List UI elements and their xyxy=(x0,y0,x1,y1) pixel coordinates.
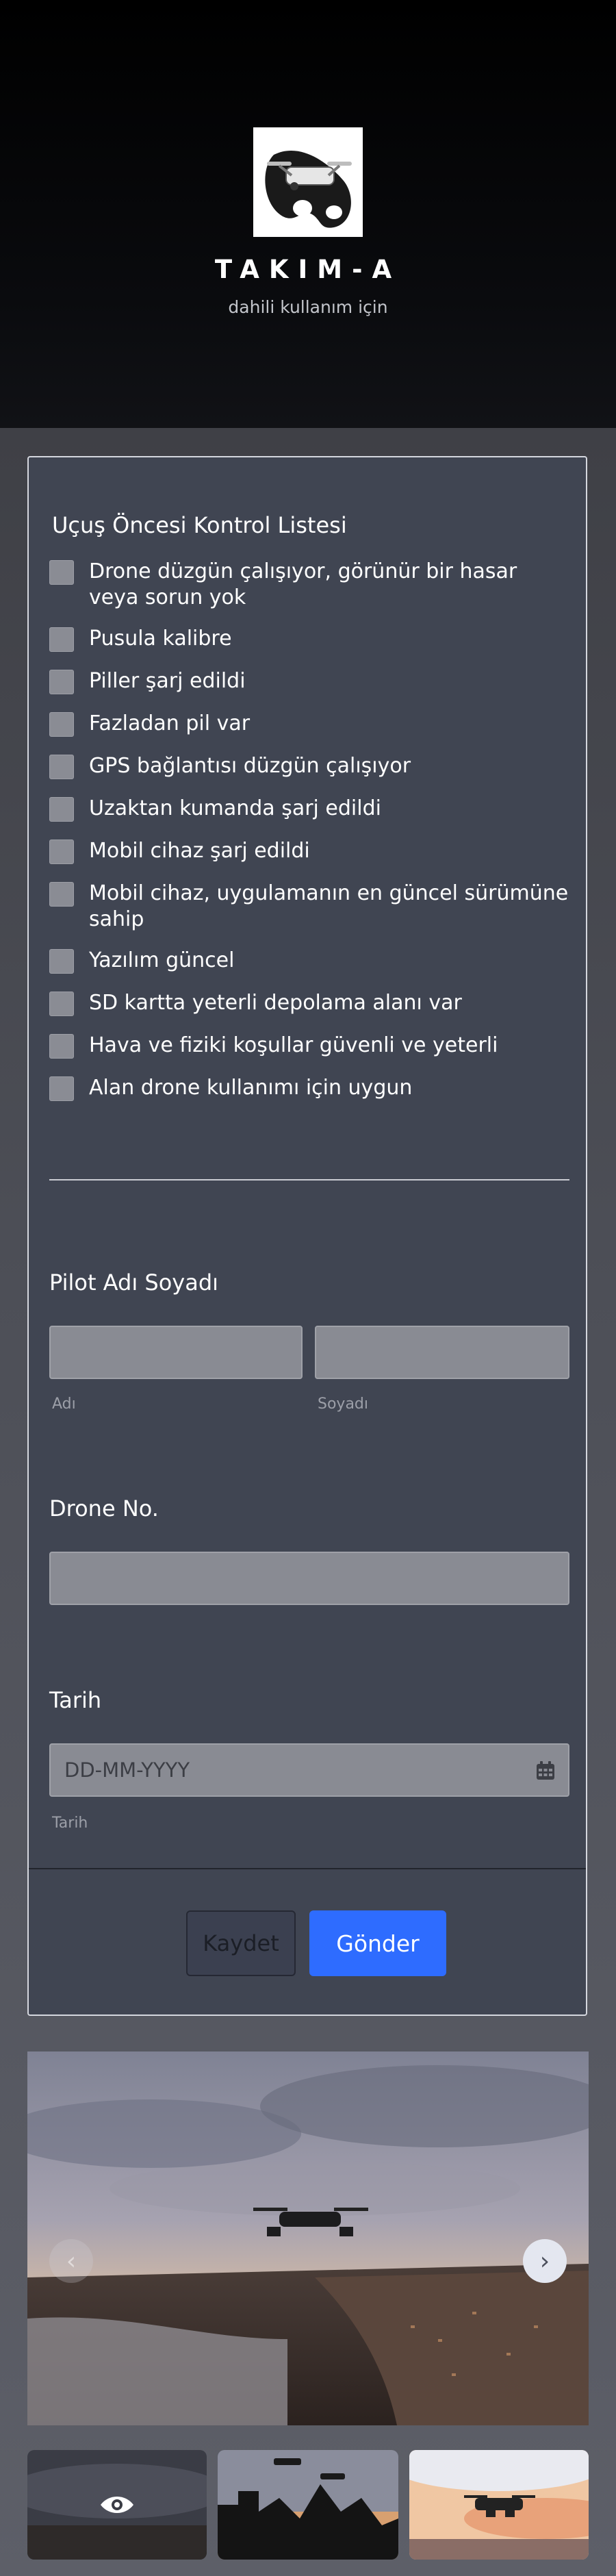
first-name-sublabel: Adı xyxy=(52,1396,76,1413)
checklist-item-label: Uzaktan kumanda şarj edildi xyxy=(89,796,381,820)
checklist-item[interactable]: Pusula kalibre xyxy=(49,626,569,652)
checklist-item[interactable]: Drone düzgün çalışıyor, görünür bir hasa… xyxy=(49,559,569,611)
last-name-input[interactable] xyxy=(315,1326,569,1379)
checkbox[interactable] xyxy=(49,712,74,737)
checkbox[interactable] xyxy=(49,1076,74,1101)
gallery-main-image xyxy=(27,2051,589,2425)
checkbox[interactable] xyxy=(49,627,74,652)
checklist-item-label: Hava ve fiziki koşullar güvenli ve yeter… xyxy=(89,1033,498,1057)
checklist-item-label: Yazılım güncel xyxy=(89,948,235,972)
checkbox[interactable] xyxy=(49,949,74,974)
chevron-right-icon: › xyxy=(539,2247,550,2275)
checklist-title: Uçuş Öncesi Kontrol Listesi xyxy=(52,512,347,538)
section-divider xyxy=(49,1179,569,1180)
submit-button[interactable]: Gönder xyxy=(309,1910,446,1976)
checklist-item-label: Alan drone kullanımı için uygun xyxy=(89,1076,413,1100)
checkbox[interactable] xyxy=(49,670,74,694)
checkbox[interactable] xyxy=(49,797,74,822)
checklist-item[interactable]: Uzaktan kumanda şarj edildi xyxy=(49,796,569,822)
checklist-item-label: Mobil cihaz şarj edildi xyxy=(89,839,310,863)
checkbox[interactable] xyxy=(49,560,74,585)
gallery-thumbnail[interactable] xyxy=(218,2450,398,2560)
brand-name: TAKIM-A xyxy=(214,255,402,284)
date-input[interactable]: DD-MM-YYYY xyxy=(49,1743,569,1797)
checkbox[interactable] xyxy=(49,882,74,907)
checklist-item-label: Piller şarj edildi xyxy=(89,669,246,693)
gallery-thumbnail[interactable] xyxy=(409,2450,589,2560)
form-footer-divider xyxy=(29,1868,586,1869)
checklist-item-label: SD kartta yeterli depolama alanı var xyxy=(89,991,462,1015)
chevron-left-icon: ‹ xyxy=(66,2247,77,2275)
checklist-item-label: Pusula kalibre xyxy=(89,627,232,651)
checklist-item[interactable]: Hava ve fiziki koşullar güvenli ve yeter… xyxy=(49,1033,569,1059)
pilot-name-label: Pilot Adı Soyadı xyxy=(49,1270,219,1296)
checklist-form: Uçuş Öncesi Kontrol Listesi Drone düzgün… xyxy=(27,456,587,2016)
save-button[interactable]: Kaydet xyxy=(186,1910,296,1976)
page-header: TAKIM-A dahili kullanım için xyxy=(0,0,616,428)
drone-number-input[interactable] xyxy=(49,1552,569,1605)
checklist-item-label: Fazladan pil var xyxy=(89,711,251,735)
gallery-prev-button[interactable]: ‹ xyxy=(49,2239,93,2283)
calendar-icon[interactable] xyxy=(535,1760,556,1781)
checklist-item[interactable]: Alan drone kullanımı için uygun xyxy=(49,1075,569,1101)
checklist-item[interactable]: Piller şarj edildi xyxy=(49,668,569,694)
checklist-item[interactable]: Fazladan pil var xyxy=(49,711,569,737)
date-sublabel: Tarih xyxy=(52,1815,88,1832)
checkbox[interactable] xyxy=(49,755,74,779)
date-label: Tarih xyxy=(49,1687,102,1713)
brand-subtitle: dahili kullanım için xyxy=(228,297,388,317)
checklist-item[interactable]: Mobil cihaz, uygulamanın en güncel sürüm… xyxy=(49,881,569,933)
checklist-item[interactable]: GPS bağlantısı düzgün çalışıyor xyxy=(49,753,569,779)
checklist-item[interactable]: Mobil cihaz şarj edildi xyxy=(49,838,569,864)
checkbox[interactable] xyxy=(49,1034,74,1059)
checklist-item-label: Drone düzgün çalışıyor, görünür bir hasa… xyxy=(89,559,517,609)
checklist-item-label: GPS bağlantısı düzgün çalışıyor xyxy=(89,754,411,778)
last-name-sublabel: Soyadı xyxy=(318,1396,369,1413)
first-name-input[interactable] xyxy=(49,1326,303,1379)
checkbox[interactable] xyxy=(49,839,74,864)
checklist-item[interactable]: Yazılım güncel xyxy=(49,948,569,974)
checklist-item-label: Mobil cihaz, uygulamanın en güncel sürüm… xyxy=(89,881,569,931)
drone-logo-icon xyxy=(253,127,363,237)
date-placeholder: DD-MM-YYYY xyxy=(64,1758,190,1782)
gallery-next-button[interactable]: › xyxy=(523,2239,567,2283)
checkbox[interactable] xyxy=(49,992,74,1016)
drone-number-label: Drone No. xyxy=(49,1495,159,1521)
checklist-item[interactable]: SD kartta yeterli depolama alanı var xyxy=(49,990,569,1016)
gallery-thumbnail[interactable] xyxy=(27,2450,207,2560)
